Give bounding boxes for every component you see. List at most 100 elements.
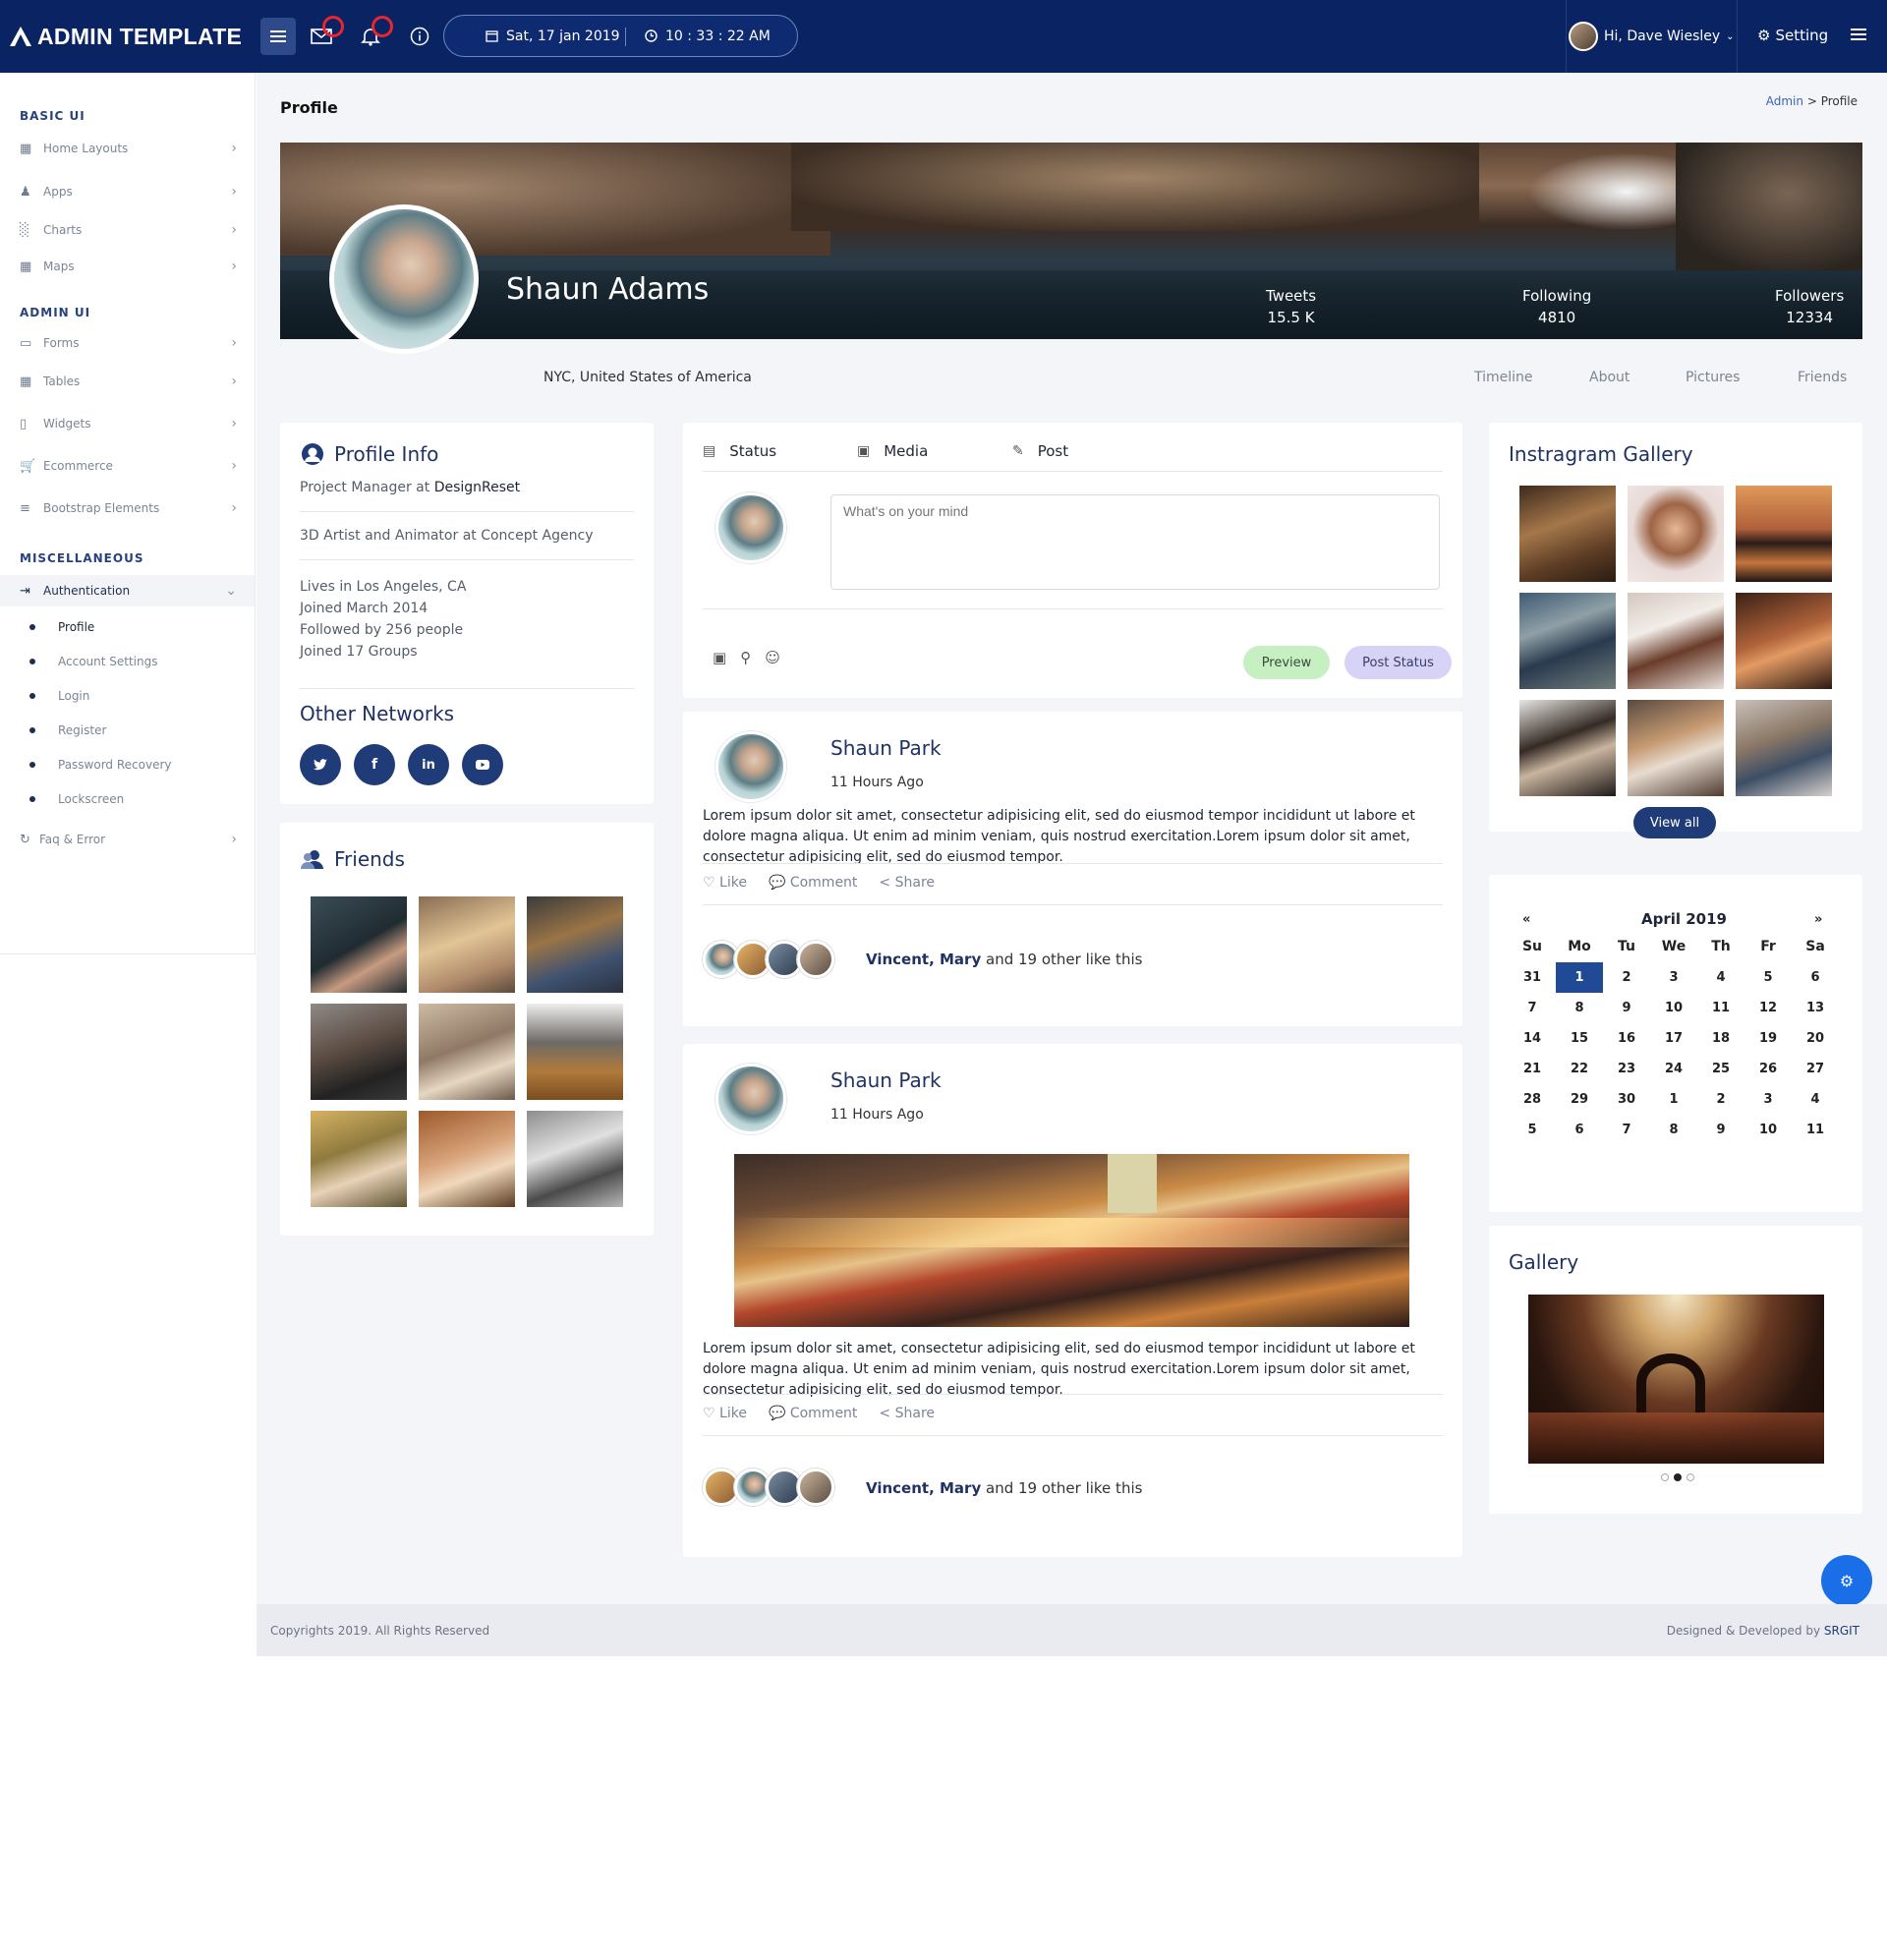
- comment-button[interactable]: 💬 Comment: [769, 875, 857, 891]
- carousel-dot[interactable]: [1687, 1473, 1694, 1481]
- profile-avatar[interactable]: [329, 204, 479, 354]
- share-button[interactable]: < Share: [879, 875, 935, 891]
- tab-friends[interactable]: Friends: [1798, 370, 1847, 385]
- calendar-day[interactable]: 25: [1697, 1054, 1744, 1084]
- carousel-dot[interactable]: [1661, 1473, 1669, 1481]
- tab-media[interactable]: ▣ Media: [857, 442, 928, 460]
- smiley-icon[interactable]: ☺: [765, 649, 780, 666]
- calendar-day[interactable]: 5: [1744, 962, 1792, 993]
- sidebar-item-tables[interactable]: ▦ Tables ›: [0, 369, 255, 394]
- calendar-day[interactable]: 19: [1744, 1023, 1792, 1054]
- instagram-photo[interactable]: [1628, 593, 1724, 689]
- calendar-day[interactable]: 9: [1697, 1115, 1744, 1145]
- setting-button[interactable]: ⚙ Setting: [1757, 27, 1828, 44]
- right-menu-button[interactable]: [1851, 27, 1866, 45]
- friend-photo[interactable]: [527, 1004, 623, 1100]
- calendar-day[interactable]: 16: [1603, 1023, 1650, 1054]
- sidebar-toggle-button[interactable]: [260, 18, 296, 55]
- calendar-day[interactable]: 27: [1792, 1054, 1839, 1084]
- breadcrumb-admin-link[interactable]: Admin: [1766, 94, 1803, 108]
- sidebar-item-faq-error[interactable]: ↻ Faq & Error ›: [0, 827, 255, 852]
- view-all-button[interactable]: View all: [1633, 807, 1716, 838]
- calendar-day[interactable]: 10: [1744, 1115, 1792, 1145]
- calendar-day[interactable]: 15: [1556, 1023, 1603, 1054]
- sidebar-item-forms[interactable]: ▭ Forms ›: [0, 330, 255, 356]
- likers-names[interactable]: Vincent, Mary: [866, 1479, 981, 1497]
- tab-post[interactable]: ✎ Post: [1012, 442, 1068, 460]
- calendar-day[interactable]: 6: [1556, 1115, 1603, 1145]
- calendar-day[interactable]: 11: [1792, 1115, 1839, 1145]
- info-button[interactable]: [405, 22, 434, 51]
- post-status-button[interactable]: Post Status: [1344, 646, 1452, 679]
- twitter-button[interactable]: [300, 744, 341, 785]
- friend-photo[interactable]: [419, 896, 515, 993]
- instagram-photo[interactable]: [1628, 700, 1724, 796]
- sidebar-item-charts[interactable]: ░ Charts ›: [0, 217, 255, 243]
- share-button[interactable]: < Share: [879, 1406, 935, 1421]
- tab-timeline[interactable]: Timeline: [1474, 370, 1533, 385]
- calendar-day[interactable]: 8: [1650, 1115, 1697, 1145]
- comment-button[interactable]: 💬 Comment: [769, 1406, 857, 1421]
- calendar-day[interactable]: 20: [1792, 1023, 1839, 1054]
- post-author-avatar[interactable]: [715, 1064, 786, 1134]
- gallery-image[interactable]: [1528, 1295, 1824, 1464]
- calendar-day[interactable]: 24: [1650, 1054, 1697, 1084]
- sidebar-item-widgets[interactable]: ▯ Widgets ›: [0, 411, 255, 436]
- calendar-prev-button[interactable]: «: [1522, 912, 1530, 927]
- friend-photo[interactable]: [311, 1111, 407, 1207]
- calendar-day[interactable]: 7: [1509, 993, 1556, 1023]
- calendar-day[interactable]: 12: [1744, 993, 1792, 1023]
- calendar-day[interactable]: 2: [1603, 962, 1650, 993]
- calendar-day[interactable]: 18: [1697, 1023, 1744, 1054]
- sidebar-subitem-password-recovery[interactable]: Password Recovery: [29, 758, 172, 772]
- mail-notification-button[interactable]: [307, 16, 344, 51]
- liker-avatar[interactable]: [797, 1469, 834, 1506]
- friend-photo[interactable]: [419, 1111, 515, 1207]
- sidebar-item-authentication[interactable]: ⇥ Authentication ⌄: [0, 575, 255, 606]
- friend-photo[interactable]: [311, 896, 407, 993]
- status-textarea[interactable]: [830, 494, 1440, 590]
- post-author-avatar[interactable]: [715, 731, 786, 802]
- sidebar-item-apps[interactable]: ♟ Apps ›: [0, 179, 255, 204]
- sidebar-subitem-register[interactable]: Register: [29, 723, 106, 737]
- calendar-day[interactable]: 1: [1650, 1084, 1697, 1115]
- calendar-next-button[interactable]: »: [1814, 912, 1822, 927]
- calendar-day[interactable]: 17: [1650, 1023, 1697, 1054]
- instagram-photo[interactable]: [1628, 486, 1724, 582]
- calendar-day[interactable]: 10: [1650, 993, 1697, 1023]
- likers-names[interactable]: Vincent, Mary: [866, 951, 981, 968]
- instagram-photo[interactable]: [1519, 593, 1616, 689]
- calendar-day[interactable]: 11: [1697, 993, 1744, 1023]
- credits-link[interactable]: SRGIT: [1824, 1624, 1859, 1638]
- calendar-day[interactable]: 28: [1509, 1084, 1556, 1115]
- facebook-button[interactable]: f: [354, 744, 395, 785]
- post-author[interactable]: Shaun Park: [830, 736, 942, 760]
- sidebar-subitem-lockscreen[interactable]: Lockscreen: [29, 792, 124, 806]
- calendar-day[interactable]: 8: [1556, 993, 1603, 1023]
- user-menu[interactable]: Hi, Dave Wiesley ⌄: [1566, 0, 1738, 73]
- friend-photo[interactable]: [311, 1004, 407, 1100]
- calendar-day[interactable]: 29: [1556, 1084, 1603, 1115]
- calendar-day[interactable]: 7: [1603, 1115, 1650, 1145]
- calendar-day[interactable]: 6: [1792, 962, 1839, 993]
- instagram-photo[interactable]: [1736, 700, 1832, 796]
- location-pin-icon[interactable]: ⚲: [740, 649, 751, 666]
- instagram-photo[interactable]: [1519, 486, 1616, 582]
- carousel-dot-active[interactable]: [1674, 1473, 1682, 1481]
- tab-status[interactable]: ▤ Status: [703, 442, 776, 460]
- instagram-photo[interactable]: [1736, 486, 1832, 582]
- calendar-day[interactable]: 9: [1603, 993, 1650, 1023]
- like-button[interactable]: ♡ Like: [703, 875, 747, 891]
- job-1-company[interactable]: DesignReset: [434, 480, 520, 495]
- calendar-day[interactable]: 4: [1697, 962, 1744, 993]
- brand-logo[interactable]: ADMIN TEMPLATE: [10, 22, 242, 51]
- like-button[interactable]: ♡ Like: [703, 1406, 747, 1421]
- youtube-button[interactable]: [462, 744, 503, 785]
- linkedin-button[interactable]: in: [408, 744, 449, 785]
- friend-photo[interactable]: [527, 1111, 623, 1207]
- settings-fab-button[interactable]: ⚙: [1821, 1555, 1872, 1606]
- calendar-day[interactable]: 13: [1792, 993, 1839, 1023]
- preview-button[interactable]: Preview: [1243, 646, 1330, 679]
- instagram-photo[interactable]: [1519, 700, 1616, 796]
- calendar-day[interactable]: 23: [1603, 1054, 1650, 1084]
